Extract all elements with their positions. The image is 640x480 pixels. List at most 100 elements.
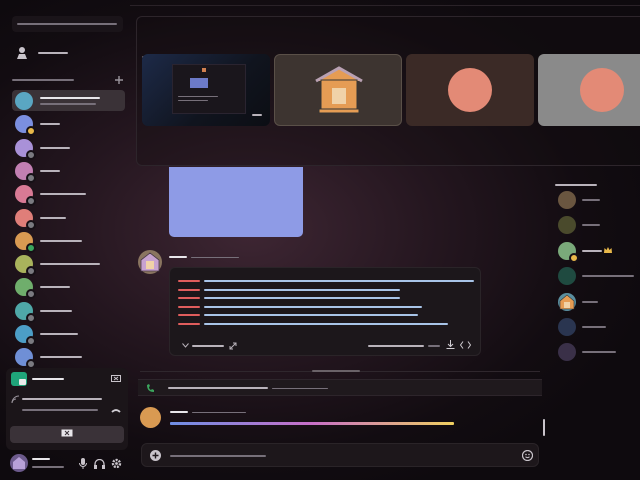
code-block bbox=[169, 267, 481, 356]
code-meta bbox=[368, 345, 424, 347]
avatar bbox=[15, 115, 36, 137]
avatar bbox=[558, 267, 576, 286]
dm-item[interactable] bbox=[12, 90, 125, 111]
dm-item[interactable] bbox=[12, 300, 125, 323]
microphone-icon[interactable] bbox=[79, 458, 87, 469]
connection-status bbox=[22, 398, 102, 400]
status-indicator bbox=[26, 312, 36, 323]
member-item[interactable] bbox=[556, 241, 640, 263]
user-tag bbox=[32, 466, 64, 468]
activity-title bbox=[32, 378, 64, 380]
code-line bbox=[204, 288, 400, 291]
avatar[interactable] bbox=[10, 454, 28, 472]
stream-tile-avatar[interactable] bbox=[274, 54, 402, 126]
avatar bbox=[15, 255, 36, 277]
stream-tile-user[interactable] bbox=[406, 54, 534, 126]
member-item[interactable] bbox=[556, 292, 640, 312]
dm-section-label bbox=[12, 79, 74, 81]
code-line-marker bbox=[178, 305, 200, 308]
dm-item[interactable] bbox=[12, 276, 125, 300]
member-name bbox=[582, 199, 600, 201]
stop-stream-button[interactable] bbox=[10, 426, 124, 443]
code-line-marker bbox=[178, 314, 200, 317]
avatar bbox=[558, 216, 576, 235]
phone-icon bbox=[147, 384, 154, 392]
avatar[interactable] bbox=[140, 407, 161, 428]
crown-icon bbox=[604, 246, 612, 253]
image-attachment[interactable] bbox=[169, 167, 303, 237]
message-author[interactable] bbox=[169, 256, 187, 258]
signal-icon bbox=[11, 395, 20, 404]
dm-name bbox=[40, 286, 70, 289]
avatar bbox=[15, 161, 36, 183]
member-item[interactable] bbox=[556, 215, 640, 235]
member-item[interactable] bbox=[556, 317, 640, 337]
code-view-icon[interactable] bbox=[460, 341, 471, 349]
dm-name bbox=[40, 239, 82, 242]
message-composer[interactable] bbox=[141, 443, 539, 467]
username bbox=[32, 458, 50, 460]
stream-options-icon[interactable] bbox=[252, 114, 262, 116]
window-title-bar bbox=[130, 0, 640, 6]
status-indicator bbox=[26, 266, 36, 277]
dm-item[interactable] bbox=[12, 160, 125, 183]
code-line bbox=[204, 314, 418, 317]
dm-item[interactable] bbox=[12, 183, 125, 207]
dm-item[interactable] bbox=[12, 230, 125, 253]
code-line-marker bbox=[178, 297, 200, 300]
member-item[interactable] bbox=[556, 266, 640, 286]
avatar bbox=[558, 343, 576, 362]
plus-icon[interactable] bbox=[115, 76, 123, 84]
dm-name bbox=[40, 97, 100, 99]
user-avatar bbox=[580, 68, 624, 112]
call-banner-text bbox=[168, 387, 268, 389]
disconnect-icon[interactable] bbox=[111, 408, 121, 414]
avatar[interactable] bbox=[138, 250, 162, 274]
expand-icon[interactable] bbox=[229, 342, 237, 350]
message-timestamp bbox=[192, 412, 246, 413]
call-duration bbox=[272, 388, 328, 389]
avatar bbox=[15, 92, 33, 110]
code-line-marker bbox=[178, 288, 200, 291]
code-line bbox=[204, 297, 400, 300]
top-search-bar[interactable] bbox=[12, 16, 123, 32]
user-panel bbox=[6, 452, 128, 476]
member-item[interactable] bbox=[556, 342, 640, 362]
status-indicator bbox=[26, 289, 36, 300]
member-name bbox=[582, 326, 606, 328]
chevron-down-icon[interactable] bbox=[182, 343, 189, 348]
dm-item[interactable] bbox=[12, 346, 125, 370]
message-author[interactable] bbox=[170, 411, 188, 413]
status-indicator bbox=[26, 219, 36, 230]
avatar bbox=[15, 231, 36, 253]
dm-name bbox=[40, 309, 72, 312]
scrollbar[interactable] bbox=[543, 419, 545, 436]
dm-item[interactable] bbox=[12, 323, 125, 346]
emoji-icon[interactable] bbox=[522, 450, 533, 461]
friends-icon bbox=[17, 47, 27, 59]
stream-tile-screen[interactable] bbox=[142, 54, 270, 126]
gear-icon[interactable] bbox=[111, 458, 122, 469]
code-line-marker bbox=[178, 323, 200, 325]
friends-nav-item[interactable] bbox=[12, 44, 124, 62]
add-attachment-icon[interactable] bbox=[150, 450, 161, 461]
dm-name bbox=[40, 333, 78, 335]
member-item[interactable] bbox=[556, 190, 640, 210]
headphones-icon[interactable] bbox=[94, 459, 105, 469]
dm-name bbox=[40, 216, 66, 219]
download-icon[interactable] bbox=[446, 340, 455, 349]
dm-item[interactable] bbox=[12, 207, 125, 230]
call-banner[interactable] bbox=[138, 379, 542, 396]
dm-item[interactable] bbox=[12, 113, 125, 137]
screen-share-off-icon[interactable] bbox=[111, 375, 121, 384]
code-line bbox=[204, 280, 474, 282]
dm-item[interactable] bbox=[12, 137, 125, 160]
dm-name bbox=[40, 193, 86, 196]
stream-tile-user[interactable] bbox=[538, 54, 640, 126]
member-name bbox=[582, 275, 634, 278]
friends-label bbox=[38, 52, 68, 54]
message-progress-bar bbox=[170, 422, 454, 425]
user-avatar bbox=[448, 68, 492, 112]
house-icon bbox=[558, 292, 576, 311]
dm-item[interactable] bbox=[12, 253, 125, 277]
